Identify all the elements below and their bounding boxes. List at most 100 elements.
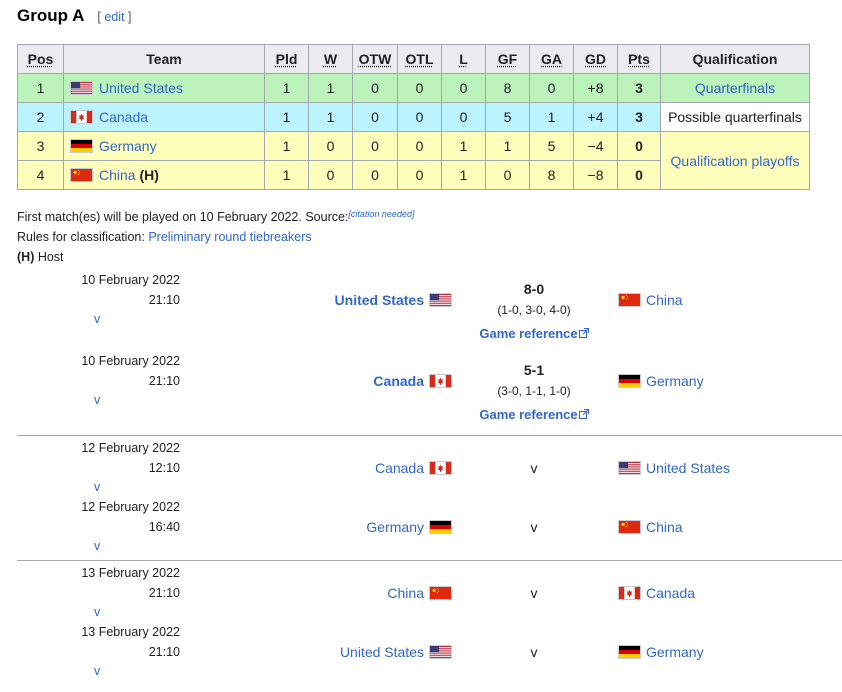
away-team: Germany [618,373,704,389]
citation-needed-link[interactable]: [citation needed] [348,209,414,219]
match-view-link[interactable]: v [17,662,180,682]
us-flag-icon [618,461,641,475]
away-team: China [618,519,683,535]
match-date: 10 February 2022 21:10 v [17,352,180,411]
pld-cell: 1 [264,73,309,103]
pts-cell: 0 [617,131,661,161]
table-row: 1 United States 1 1 0 0 0 8 0 +8 3 Quart… [17,73,810,103]
match-date: 10 February 2022 21:10 v [17,271,180,330]
table-header-row: Pos Team Pld W OTW OTL L GF GA GD Pts Qu… [17,44,810,74]
col-l: L [441,44,486,74]
match-score: v [459,644,609,660]
match-view-link[interactable]: v [17,478,180,498]
match-time: 16:40 [148,519,180,534]
home-team-link[interactable]: China [387,585,424,601]
match-score: v [459,460,609,476]
w-cell: 0 [308,131,353,161]
match-date: 12 February 2022 12:10 v [17,439,180,498]
external-link-icon [578,328,589,338]
pld-cell: 1 [264,160,309,190]
team-cell: Germany [63,131,265,161]
w-cell: 1 [308,73,353,103]
home-team-link[interactable]: Canada [373,373,424,389]
period-scores: (3-0, 1-1, 1-0) [497,384,571,398]
away-team: Germany [618,644,704,660]
l-cell: 1 [441,131,486,161]
germany-flag-icon [70,139,93,153]
away-team-link[interactable]: Canada [646,585,695,601]
match-score: 8-0 (1-0, 3-0, 4-0) Game reference [459,281,609,341]
away-team-link[interactable]: China [646,292,683,308]
tiebreakers-link[interactable]: Preliminary round tiebreakers [148,230,311,244]
otl-cell: 0 [397,160,442,190]
score: 5-1 [523,362,545,378]
ga-cell: 8 [529,160,574,190]
section-heading: Group A [ edit ] [17,6,131,28]
us-flag-icon [429,293,452,307]
edit-section: [ edit ] [97,10,132,24]
match-time: 12:10 [148,460,180,475]
home-team-link[interactable]: Germany [366,519,424,535]
team-link-united-states[interactable]: United States [99,80,183,96]
host-abbr: (H) [17,250,35,264]
home-team-link[interactable]: Canada [375,460,424,476]
home-team-link[interactable]: United States [335,292,424,308]
versus: v [530,644,538,660]
first-match-note: First match(es) will be played on 10 Feb… [17,204,414,227]
team-cell: Canada [63,102,265,132]
away-team-link[interactable]: Germany [646,373,704,389]
match-view-link[interactable]: v [17,603,180,623]
match-date: 12 February 2022 16:40 v [17,498,180,557]
otw-cell: 0 [352,102,398,132]
external-link-icon [578,409,589,419]
match-view-link[interactable]: v [17,310,180,330]
team-link-germany[interactable]: Germany [99,138,157,154]
game-reference: Game reference [459,407,609,422]
home-team: Canada [375,460,452,476]
match-date-text: 12 February 2022 [81,441,180,455]
edit-link[interactable]: edit [104,10,124,24]
rules-note: Rules for classification: Preliminary ro… [17,227,414,247]
table-row: 2 Canada 1 1 0 0 0 5 1 +4 3 Possible qua… [17,102,810,132]
game-reference-link[interactable]: Game reference [479,326,577,341]
china-flag-icon [70,168,93,182]
home-team: China [387,585,452,601]
col-otl: OTL [397,44,442,74]
away-team-link[interactable]: United States [646,460,730,476]
versus: v [530,585,538,601]
first-match-text: First match(es) will be played on 10 Feb… [17,210,349,224]
w-cell: 0 [308,160,353,190]
match-date: 13 February 2022 21:10 v [17,564,180,623]
host-label: Host [34,250,64,264]
team-link-china[interactable]: China [99,167,136,183]
match-view-link[interactable]: v [17,391,180,411]
home-team-link[interactable]: United States [340,644,424,660]
away-team-link[interactable]: China [646,519,683,535]
team-cell: China (H) [63,160,265,190]
match-date-text: 12 February 2022 [81,500,180,514]
col-w: W [308,44,353,74]
pts-cell: 3 [617,73,661,103]
otw-cell: 0 [352,73,398,103]
col-pts: Pts [617,44,661,74]
gf-cell: 5 [485,102,530,132]
game-reference-link[interactable]: Game reference [479,407,577,422]
match-view-link[interactable]: v [17,537,180,557]
qualification-playoffs-link[interactable]: Qualification playoffs [671,153,800,169]
team-link-canada[interactable]: Canada [99,109,148,125]
canada-flag-icon [429,374,452,388]
l-cell: 0 [441,73,486,103]
quarterfinals-link[interactable]: Quarterfinals [695,80,775,96]
pts-cell: 3 [617,102,661,132]
gd-cell: +8 [573,73,618,103]
away-team-link[interactable]: Germany [646,644,704,660]
col-team: Team [63,44,265,74]
canada-flag-icon [429,461,452,475]
section-title: Group A [17,6,85,25]
col-gf: GF [485,44,530,74]
versus: v [530,460,538,476]
home-team: United States [340,644,452,660]
match-date-text: 10 February 2022 [81,354,180,368]
pld-cell: 1 [264,131,309,161]
match-date-text: 13 February 2022 [81,566,180,580]
